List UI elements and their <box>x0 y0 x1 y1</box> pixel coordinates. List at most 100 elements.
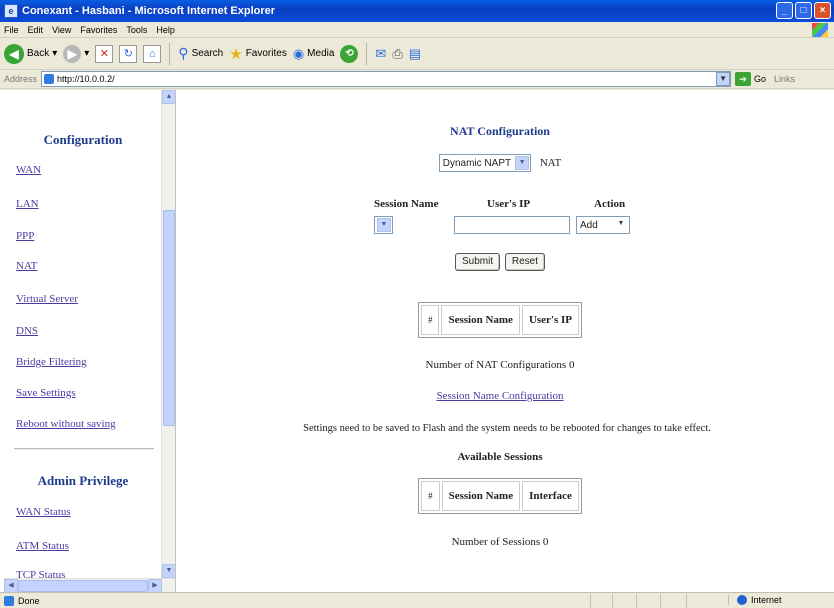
forward-arrow-icon: ▶ <box>63 44 82 63</box>
scroll-up-icon[interactable]: ▲ <box>162 90 175 104</box>
sidebar-item-lan[interactable]: LAN <box>16 198 39 210</box>
search-button[interactable]: ⚲ Search <box>178 45 223 62</box>
action-select[interactable]: Add ▼ <box>576 216 630 234</box>
menu-tools[interactable]: Tools <box>126 25 147 35</box>
globe-icon <box>737 595 747 605</box>
nat-mode-select[interactable]: Dynamic NAPT ▼ <box>438 154 532 172</box>
chevron-down-icon: ▼ <box>377 218 391 232</box>
sidebar-item-virtual-server[interactable]: Virtual Server <box>16 293 78 305</box>
toolbar-divider <box>169 42 171 65</box>
close-button[interactable]: × <box>814 2 831 19</box>
favorites-button[interactable]: ★ Favorites <box>229 45 287 63</box>
reset-button[interactable]: Reset <box>504 253 545 271</box>
scroll-right-icon[interactable]: ▶ <box>148 579 162 592</box>
star-icon: ★ <box>229 45 243 63</box>
scroll-left-icon[interactable]: ◀ <box>4 579 18 592</box>
action-value: Add <box>580 219 598 231</box>
sidebar-item-wan-status[interactable]: WAN Status <box>16 506 71 518</box>
session-name-select-box: ▼ <box>374 216 393 234</box>
go-label: Go <box>754 74 767 84</box>
search-icon: ⚲ <box>178 45 189 61</box>
sessions-table: # Session Name Interface <box>418 478 582 514</box>
session-name-select[interactable]: ▼ <box>374 216 393 234</box>
page-title: NAT Configuration <box>450 124 550 138</box>
windows-logo-icon <box>812 23 828 37</box>
links-button[interactable]: Links <box>774 74 795 84</box>
edit-icon[interactable]: ▤ <box>409 46 421 62</box>
ie-app-icon: e <box>4 4 18 18</box>
nat-table-wrap: # Session Name User's IP <box>180 302 820 338</box>
chevron-down-icon: ▾ <box>52 48 58 59</box>
chevron-down-icon[interactable]: ▼ <box>716 72 731 86</box>
session-name-config-link[interactable]: Session Name Configuration <box>436 390 563 402</box>
menu-view[interactable]: View <box>52 25 71 35</box>
form-buttons: Submit Reset <box>180 253 820 271</box>
status-text: Done <box>18 595 40 606</box>
menu-file[interactable]: File <box>4 25 19 35</box>
media-label: Media <box>307 48 335 59</box>
address-bar: Address http://10.0.0.2/ ▼ ➔ Go Links <box>0 70 834 89</box>
menu-favorites[interactable]: Favorites <box>80 25 117 35</box>
menu-help[interactable]: Help <box>156 25 175 35</box>
history-icon[interactable]: ⟲ <box>340 44 359 63</box>
table-row: # Session Name Interface <box>421 481 579 511</box>
maximize-button[interactable]: □ <box>795 2 812 19</box>
sidebar-item-save-settings[interactable]: Save Settings <box>16 387 76 399</box>
chevron-down-icon: ▼ <box>614 218 628 232</box>
browser-toolbar: ◀ Back ▾ ▶ ▾ ✕ ↻ ⌂ ⚲ Search ★ Favorites … <box>0 38 834 70</box>
address-label: Address <box>4 74 38 84</box>
sidebar-item-atm-status[interactable]: ATM Status <box>16 540 69 552</box>
go-arrow-icon: ➔ <box>735 72 752 86</box>
sidebar-frame: Configuration WAN LAN PPP NAT Virtual Se… <box>4 90 176 592</box>
sidebar-item-bridge-filtering[interactable]: Bridge Filtering <box>16 356 87 368</box>
refresh-icon[interactable]: ↻ <box>119 44 138 63</box>
status-divider <box>636 594 637 608</box>
mail-icon[interactable]: ✉ <box>375 46 386 62</box>
nat-mode-value: Dynamic NAPT <box>442 157 512 169</box>
search-label: Search <box>191 48 224 59</box>
home-icon[interactable]: ⌂ <box>143 44 162 63</box>
sidebar-item-reboot[interactable]: Reboot without saving <box>16 418 116 430</box>
submit-button[interactable]: Submit <box>455 253 501 271</box>
security-zone: Internet <box>728 595 828 605</box>
go-button[interactable]: ➔ Go <box>735 72 766 86</box>
column-header-session-name: Session Name <box>441 481 521 511</box>
main-frame: NAT Configuration Dynamic NAPT ▼ NAT Ses… <box>180 90 834 592</box>
minimize-button[interactable]: _ <box>776 2 793 19</box>
page-icon <box>44 74 55 84</box>
column-header-number: # <box>421 481 440 511</box>
sidebar-item-ppp[interactable]: PPP <box>16 230 34 242</box>
title-bar: e Conexant - Hasbani - Microsoft Interne… <box>0 0 834 22</box>
nat-mode-label: NAT <box>539 156 562 169</box>
media-button[interactable]: ◉ Media <box>293 46 335 62</box>
address-input[interactable]: http://10.0.0.2/ ▼ <box>41 71 732 87</box>
sidebar-vertical-scrollbar[interactable]: ▲ ▼ <box>161 90 175 592</box>
favorites-label: Favorites <box>245 48 287 59</box>
sidebar-item-nat[interactable]: NAT <box>16 260 37 272</box>
sidebar-divider <box>14 448 154 450</box>
stop-icon[interactable]: ✕ <box>95 44 114 63</box>
sidebar-item-wan[interactable]: WAN <box>16 164 41 176</box>
sidebar-item-dns[interactable]: DNS <box>16 325 38 337</box>
table-row: # Session Name User's IP <box>420 305 580 335</box>
back-label: Back <box>27 48 50 59</box>
scroll-thumb[interactable] <box>163 210 175 426</box>
users-ip-label: User's IP <box>487 198 531 210</box>
print-icon[interactable]: ⎙ <box>392 46 402 62</box>
chevron-down-icon: ▾ <box>84 48 90 59</box>
forward-button[interactable]: ▶ ▾ <box>63 44 90 63</box>
action-label: Action <box>594 198 626 210</box>
zone-label: Internet <box>751 595 782 605</box>
users-ip-input[interactable] <box>454 216 570 234</box>
status-divider <box>612 594 613 608</box>
sidebar-horizontal-scrollbar[interactable]: ◀ ▶ <box>4 578 175 592</box>
back-button[interactable]: ◀ Back ▾ <box>4 43 58 64</box>
scroll-thumb-horizontal[interactable] <box>18 580 148 592</box>
column-header-session-name: Session Name <box>441 305 520 335</box>
nat-count-text: Number of NAT Configurations 0 <box>425 359 575 371</box>
menu-edit[interactable]: Edit <box>28 25 44 35</box>
status-divider <box>660 594 661 608</box>
toolbar-divider <box>366 42 368 65</box>
address-url: http://10.0.0.2/ <box>57 74 115 84</box>
scroll-down-icon[interactable]: ▼ <box>162 564 175 578</box>
